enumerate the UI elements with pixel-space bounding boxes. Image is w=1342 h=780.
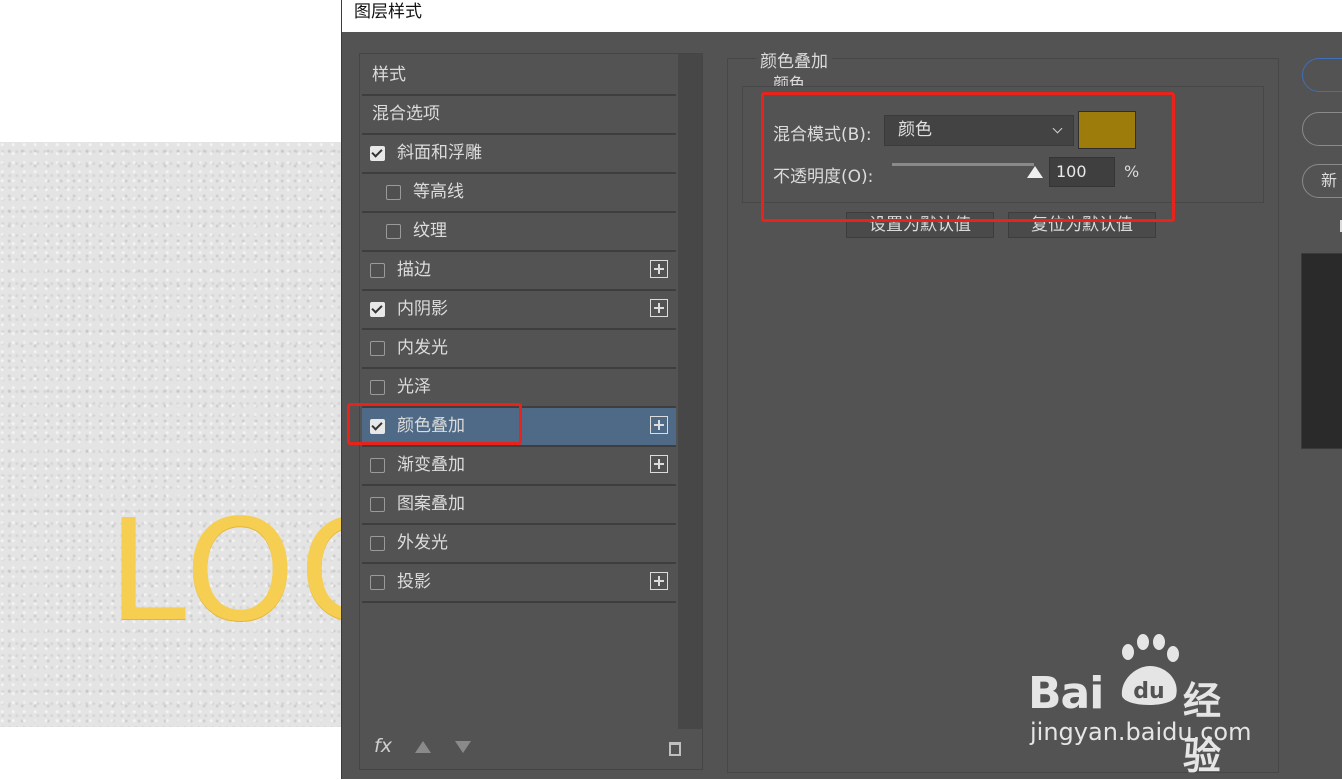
dialog-title: 图层样式 <box>354 2 422 22</box>
style-item-label: 等高线 <box>413 182 464 202</box>
style-item-label: 投影 <box>397 572 431 592</box>
watermark-url: jingyan.baidu.com <box>1030 718 1252 746</box>
style-item[interactable]: 内发光 <box>362 330 676 369</box>
style-item[interactable]: 斜面和浮雕 <box>362 135 676 174</box>
highlight-color-settings <box>761 92 1175 222</box>
style-item[interactable]: 纹理 <box>362 213 676 252</box>
dialog-titlebar: 图层样式 <box>342 0 1342 32</box>
style-item-checkbox[interactable] <box>370 146 385 161</box>
style-item[interactable]: 描边 <box>362 252 676 291</box>
style-item-checkbox[interactable] <box>370 575 385 590</box>
highlight-color-overlay-item <box>347 403 522 445</box>
style-item[interactable]: 内阴影 <box>362 291 676 330</box>
paw-icon: du <box>1121 634 1179 705</box>
new-style-button[interactable]: 新 <box>1302 164 1342 198</box>
style-item-checkbox[interactable] <box>370 341 385 356</box>
cancel-button[interactable] <box>1302 112 1342 146</box>
style-item-checkbox[interactable] <box>370 302 385 317</box>
style-item-checkbox[interactable] <box>370 380 385 395</box>
style-item-label: 混合选项 <box>372 104 440 124</box>
style-item-label: 渐变叠加 <box>397 455 465 475</box>
watermark-brand: Bai <box>1028 668 1104 719</box>
add-icon[interactable] <box>650 572 668 590</box>
style-item[interactable]: 等高线 <box>362 174 676 213</box>
style-item-label: 内发光 <box>397 338 448 358</box>
style-item-checkbox[interactable] <box>370 497 385 512</box>
style-item[interactable]: 图案叠加 <box>362 486 676 525</box>
style-item[interactable]: 样式 <box>362 57 676 96</box>
style-item-checkbox[interactable] <box>386 185 401 200</box>
style-item-label: 样式 <box>372 65 406 85</box>
layer-style-dialog: 图层样式 样式混合选项斜面和浮雕等高线纹理描边内阴影内发光光泽 颜色叠加渐变叠加图… <box>341 0 1342 779</box>
trash-icon[interactable] <box>669 742 681 756</box>
style-item[interactable]: 外发光 <box>362 525 676 564</box>
color-subgroup-title: 颜色 <box>769 74 810 86</box>
style-item-label: 外发光 <box>397 533 448 553</box>
canvas-area: LOC <box>0 142 397 727</box>
style-item-label: 图案叠加 <box>397 494 465 514</box>
style-item-checkbox[interactable] <box>370 458 385 473</box>
style-item-checkbox[interactable] <box>370 263 385 278</box>
style-list-toolbar: fx <box>360 729 702 769</box>
style-item-label: 光泽 <box>397 377 431 397</box>
color-overlay-title: 颜色叠加 <box>756 47 832 72</box>
style-item-label: 斜面和浮雕 <box>397 143 482 163</box>
fx-button[interactable]: fx <box>374 735 392 757</box>
watermark-du: du <box>1133 679 1164 704</box>
style-item-label: 描边 <box>397 260 431 280</box>
add-icon[interactable] <box>650 416 668 434</box>
move-up-icon[interactable] <box>415 741 431 753</box>
style-item-checkbox[interactable] <box>370 536 385 551</box>
add-icon[interactable] <box>650 260 668 278</box>
move-down-icon[interactable] <box>455 741 471 753</box>
style-item-label: 内阴影 <box>397 299 448 319</box>
ok-button[interactable] <box>1302 58 1342 92</box>
style-preview <box>1301 253 1342 449</box>
style-item-label: 纹理 <box>413 221 447 241</box>
style-item[interactable]: 投影 <box>362 564 676 603</box>
style-item[interactable]: 渐变叠加 <box>362 447 676 486</box>
add-icon[interactable] <box>650 455 668 473</box>
style-item-checkbox[interactable] <box>386 224 401 239</box>
add-icon[interactable] <box>650 299 668 317</box>
style-item[interactable]: 混合选项 <box>362 96 676 135</box>
list-scrollbar[interactable] <box>678 54 702 729</box>
